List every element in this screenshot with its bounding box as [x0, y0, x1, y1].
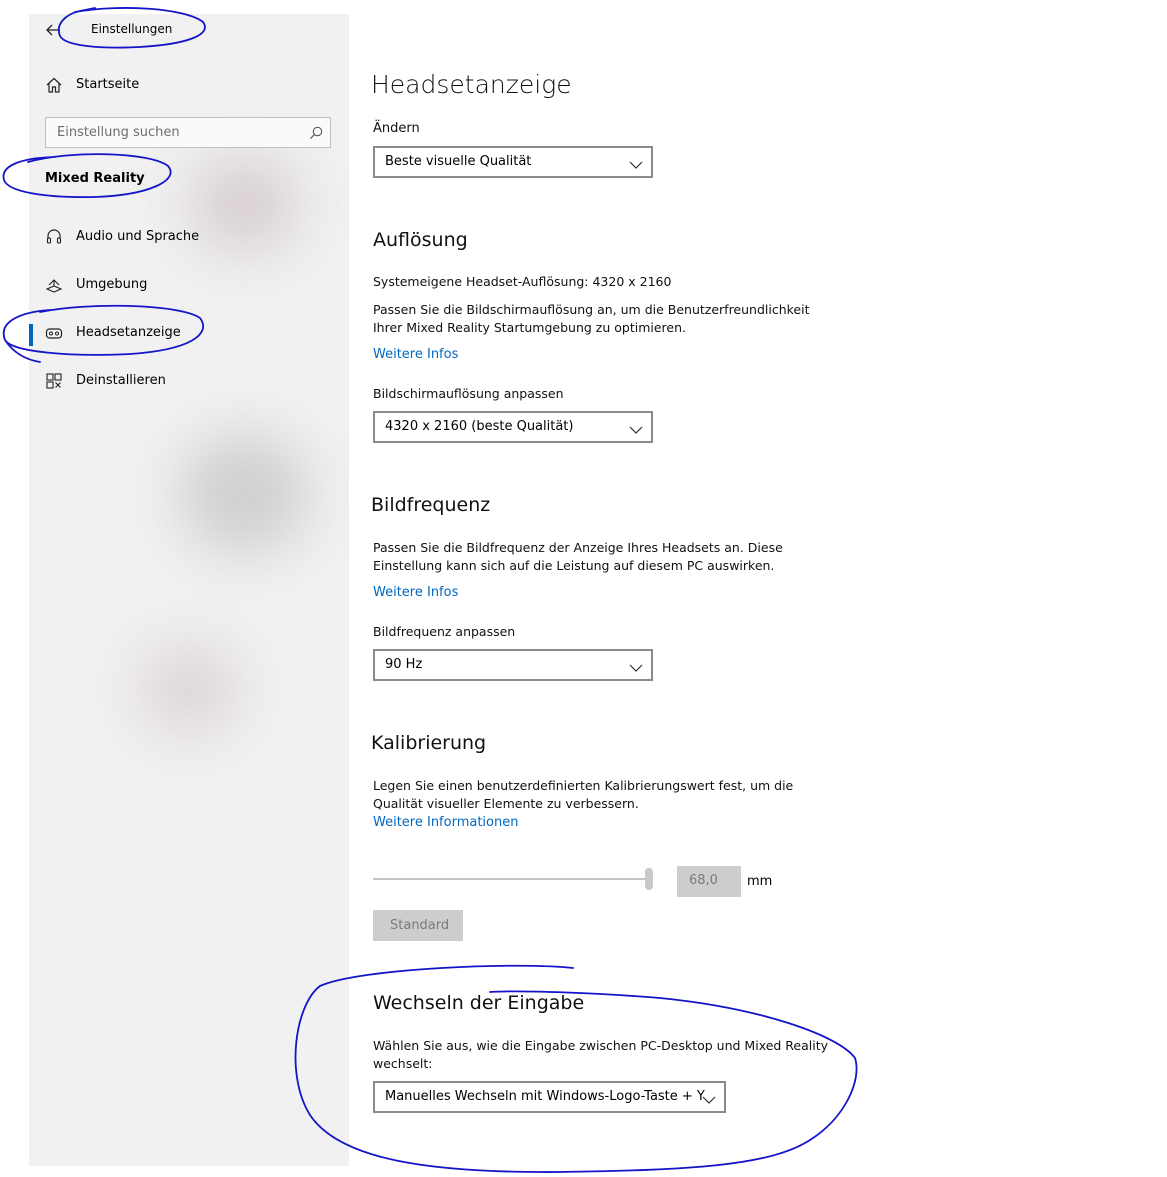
page-title: Headsetanzeige — [371, 70, 572, 99]
input-switch-description: wechselt: — [373, 1056, 433, 1071]
section-title: Mixed Reality — [45, 171, 145, 186]
default-button[interactable]: Standard — [373, 910, 463, 941]
change-label: Ändern — [373, 121, 420, 136]
dropdown-value: Manuelles Wechseln mit Windows-Logo-Tast… — [385, 1089, 705, 1104]
environment-icon — [45, 276, 63, 294]
sidebar-item-label: Headsetanzeige — [76, 325, 181, 340]
framerate-adjust-label: Bildfrequenz anpassen — [373, 624, 516, 639]
search-input[interactable]: Einstellung suchen — [45, 117, 331, 148]
dropdown-value: 4320 x 2160 (beste Qualität) — [385, 419, 574, 434]
input-switch-dropdown[interactable]: Manuelles Wechseln mit Windows-Logo-Tast… — [373, 1081, 726, 1113]
uninstall-icon — [45, 372, 63, 390]
framerate-heading: Bildfrequenz — [371, 494, 491, 516]
calibration-description: Qualität visueller Elemente zu verbesser… — [373, 796, 639, 811]
calibration-slider-track[interactable] — [373, 878, 649, 880]
resolution-description: Ihrer Mixed Reality Startumgebung zu opt… — [373, 320, 686, 335]
sidebar-item-audio[interactable]: Audio und Sprache — [29, 218, 349, 258]
sidebar-item-label: Umgebung — [76, 277, 148, 292]
input-switch-description: Wählen Sie aus, wie die Eingabe zwischen… — [373, 1038, 829, 1053]
framerate-dropdown[interactable]: 90 Hz — [373, 649, 653, 681]
selection-indicator — [29, 324, 33, 346]
input-switch-heading: Wechseln der Eingabe — [373, 992, 585, 1014]
sidebar-item-label: Startseite — [76, 77, 140, 92]
resolution-heading: Auflösung — [373, 229, 468, 251]
resolution-dropdown[interactable]: 4320 x 2160 (beste Qualität) — [373, 411, 653, 443]
calibration-slider-thumb[interactable] — [645, 868, 653, 890]
more-information-link[interactable]: Weitere Informationen — [373, 815, 518, 830]
chevron-down-icon — [629, 421, 643, 434]
native-resolution-text: Systemeigene Headset-Auflösung: 4320 x 2… — [373, 274, 672, 289]
sidebar-item-environment[interactable]: Umgebung — [29, 266, 349, 306]
quality-dropdown[interactable]: Beste visuelle Qualität — [373, 146, 653, 178]
search-icon — [308, 125, 324, 141]
more-info-link[interactable]: Weitere Infos — [373, 347, 458, 362]
sidebar-item-uninstall[interactable]: Deinstallieren — [29, 362, 349, 402]
calibration-description: Legen Sie einen benutzerdefinierten Kali… — [373, 778, 794, 793]
headset-icon — [45, 228, 63, 246]
headset-display-icon — [45, 324, 63, 342]
calibration-value-field[interactable]: 68,0 — [677, 866, 741, 897]
sidebar-item-label: Deinstallieren — [76, 373, 166, 388]
dropdown-value: 90 Hz — [385, 657, 423, 672]
sidebar-item-headset-display[interactable]: Headsetanzeige — [29, 314, 349, 354]
calibration-value: 68,0 — [689, 873, 718, 888]
calibration-heading: Kalibrierung — [371, 732, 487, 754]
app-title: Einstellungen — [91, 22, 173, 36]
calibration-unit: mm — [747, 874, 773, 889]
back-arrow-icon[interactable] — [43, 20, 63, 40]
background-blur — [139, 644, 239, 734]
sidebar-item-home[interactable]: Startseite — [29, 66, 349, 106]
chevron-down-icon — [702, 1091, 716, 1104]
framerate-description: Passen Sie die Bildfrequenz der Anzeige … — [373, 540, 783, 555]
chevron-down-icon — [629, 659, 643, 672]
framerate-description: Einstellung kann sich auf die Leistung a… — [373, 558, 775, 573]
sidebar-item-label: Audio und Sprache — [76, 229, 200, 244]
default-button-label: Standard — [390, 918, 450, 933]
sidebar: Einstellungen Startseite Einstellung suc… — [29, 14, 349, 1166]
resolution-description: Passen Sie die Bildschirmauflösung an, u… — [373, 302, 810, 317]
home-icon — [45, 76, 63, 94]
background-blur — [179, 434, 309, 554]
resolution-adjust-label: Bildschirmauflösung anpassen — [373, 386, 564, 401]
dropdown-value: Beste visuelle Qualität — [385, 154, 532, 169]
more-info-link[interactable]: Weitere Infos — [373, 585, 458, 600]
search-placeholder: Einstellung suchen — [57, 125, 180, 140]
chevron-down-icon — [629, 156, 643, 169]
